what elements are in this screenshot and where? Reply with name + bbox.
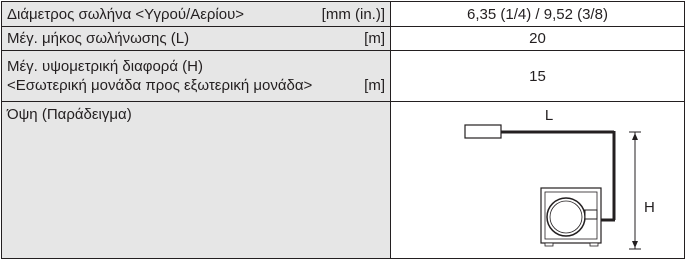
pipe-diameter-label: Διάμετρος σωλήνα <Υγρού/Αερίου> [7, 5, 245, 23]
arrow-down-icon [632, 241, 638, 248]
row-pipe-diameter: Διάμετρος σωλήνα <Υγρού/Αερίου> [mm (in.… [1, 1, 685, 27]
pipe-spec-table: Διάμετρος σωλήνα <Υγρού/Αερίου> [mm (in.… [1, 1, 685, 259]
max-height-sublabel: <Εσωτερική μονάδα προς εξωτερική μονάδα> [7, 77, 313, 94]
installation-diagram: L H [464, 107, 655, 250]
row-view-example: Όψη (Παράδειγμα) L H [1, 101, 685, 259]
pipe-diameter-value: 6,35 (1/4) / 9,52 (3/8) [390, 1, 685, 27]
max-height-label-cell: Μέγ. υψομετρική διαφορά (H) <Εσωτερική μ… [1, 50, 391, 102]
max-height-value: 15 [390, 50, 685, 102]
outdoor-unit-icon [540, 187, 602, 247]
arrow-up-icon [632, 133, 638, 140]
view-label-cell: Όψη (Παράδειγμα) [1, 101, 391, 259]
max-height-label: Μέγ. υψομετρική διαφορά (H) [7, 58, 204, 75]
view-diagram-cell: L H [390, 101, 685, 259]
view-label: Όψη (Παράδειγμα) [7, 106, 132, 123]
max-length-label-cell: Μέγ. μήκος σωλήνωσης (L) [m] [1, 26, 391, 51]
indoor-unit-icon [464, 124, 502, 139]
label-L: L [545, 107, 553, 124]
row-max-height-difference: Μέγ. υψομετρική διαφορά (H) <Εσωτερική μ… [1, 50, 685, 102]
pipe-diameter-label-cell: Διάμετρος σωλήνα <Υγρού/Αερίου> [mm (in.… [1, 1, 391, 27]
max-height-unit: [m] [364, 77, 385, 94]
max-length-unit: [m] [364, 30, 385, 47]
max-length-value: 20 [390, 26, 685, 51]
pipe-diameter-unit: [mm (in.)] [321, 5, 385, 23]
label-H: H [644, 199, 655, 216]
max-length-label: Μέγ. μήκος σωλήνωσης (L) [7, 30, 190, 47]
row-max-length: Μέγ. μήκος σωλήνωσης (L) [m] 20 [1, 26, 685, 51]
